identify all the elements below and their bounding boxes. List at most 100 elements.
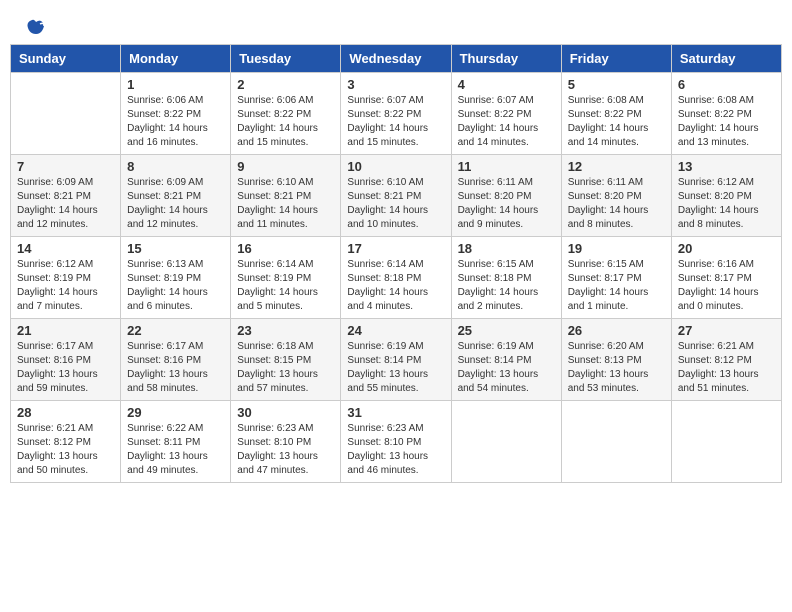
calendar-day-cell: 11 Sunrise: 6:11 AM Sunset: 8:20 PM Dayli… [451, 155, 561, 237]
calendar-day-cell: 7 Sunrise: 6:09 AM Sunset: 8:21 PM Daylig… [11, 155, 121, 237]
calendar-day-cell [451, 401, 561, 483]
day-number: 22 [127, 323, 224, 338]
day-info: Sunrise: 6:09 AM Sunset: 8:21 PM Dayligh… [17, 176, 114, 232]
calendar-day-cell: 9 Sunrise: 6:10 AM Sunset: 8:21 PM Daylig… [231, 155, 341, 237]
calendar-day-cell: 22 Sunrise: 6:17 AM Sunset: 8:16 PM Dayli… [121, 319, 231, 401]
calendar-day-cell: 25Sunrise: 6:19 AM Sunset: 8:14 PM Dayli… [451, 319, 561, 401]
day-info: Sunrise: 6:23 AM Sunset: 8:10 PM Dayligh… [237, 422, 334, 478]
day-info: Sunrise: 6:17 AM Sunset: 8:16 PM Dayligh… [127, 340, 224, 396]
day-info: Sunrise: 6:15 AM Sunset: 8:18 PM Dayligh… [458, 258, 555, 314]
calendar-day-cell: 16 Sunrise: 6:14 AM Sunset: 8:19 PM Dayli… [231, 237, 341, 319]
day-info: Sunrise: 6:20 AM Sunset: 8:13 PM Dayligh… [568, 340, 665, 396]
day-info: Sunrise: 6:06 AM Sunset: 8:22 PM Dayligh… [237, 94, 334, 150]
day-number: 6 [678, 77, 775, 92]
day-number: 20 [678, 241, 775, 256]
day-number: 31 [347, 405, 444, 420]
day-number: 30 [237, 405, 334, 420]
day-number: 18 [458, 241, 555, 256]
calendar-day-cell: 8 Sunrise: 6:09 AM Sunset: 8:21 PM Daylig… [121, 155, 231, 237]
calendar-day-cell: 15 Sunrise: 6:13 AM Sunset: 8:19 PM Dayli… [121, 237, 231, 319]
day-number: 4 [458, 77, 555, 92]
day-info: Sunrise: 6:08 AM Sunset: 8:22 PM Dayligh… [678, 94, 775, 150]
calendar-day-cell: 10 Sunrise: 6:10 AM Sunset: 8:21 PM Dayli… [341, 155, 451, 237]
day-number: 25 [458, 323, 555, 338]
day-header-tuesday: Tuesday [231, 45, 341, 73]
day-info: Sunrise: 6:07 AM Sunset: 8:22 PM Dayligh… [458, 94, 555, 150]
calendar-day-cell: 24 Sunrise: 6:19 AM Sunset: 8:14 PM Dayli… [341, 319, 451, 401]
calendar-day-cell: 17 Sunrise: 6:14 AM Sunset: 8:18 PM Dayli… [341, 237, 451, 319]
logo-icon [22, 16, 46, 40]
day-number: 13 [678, 159, 775, 174]
day-info: Sunrise: 6:12 AM Sunset: 8:20 PM Dayligh… [678, 176, 775, 232]
calendar-day-cell: 27 Sunrise: 6:21 AM Sunset: 8:12 PM Dayli… [671, 319, 781, 401]
day-info: Sunrise: 6:18 AM Sunset: 8:15 PM Dayligh… [237, 340, 334, 396]
day-number: 11 [458, 159, 555, 174]
day-info: Sunrise: 6:15 AM Sunset: 8:17 PM Dayligh… [568, 258, 665, 314]
calendar-day-cell: 6 Sunrise: 6:08 AM Sunset: 8:22 PM Daylig… [671, 73, 781, 155]
day-info: Sunrise: 6:14 AM Sunset: 8:19 PM Dayligh… [237, 258, 334, 314]
calendar-header-row: SundayMondayTuesdayWednesdayThursdayFrid… [11, 45, 782, 73]
day-info: Sunrise: 6:14 AM Sunset: 8:18 PM Dayligh… [347, 258, 444, 314]
day-number: 7 [17, 159, 114, 174]
calendar-day-cell [11, 73, 121, 155]
day-number: 12 [568, 159, 665, 174]
day-info: Sunrise: 6:06 AM Sunset: 8:22 PM Dayligh… [127, 94, 224, 150]
day-number: 17 [347, 241, 444, 256]
day-info: Sunrise: 6:19 AM Sunset: 8:14 PM Dayligh… [347, 340, 444, 396]
day-info: Sunrise: 6:08 AM Sunset: 8:22 PM Dayligh… [568, 94, 665, 150]
calendar-day-cell: 12 Sunrise: 6:11 AM Sunset: 8:20 PM Dayli… [561, 155, 671, 237]
day-number: 9 [237, 159, 334, 174]
day-number: 27 [678, 323, 775, 338]
day-info: Sunrise: 6:13 AM Sunset: 8:19 PM Dayligh… [127, 258, 224, 314]
day-number: 23 [237, 323, 334, 338]
day-header-saturday: Saturday [671, 45, 781, 73]
day-number: 21 [17, 323, 114, 338]
day-number: 14 [17, 241, 114, 256]
day-number: 16 [237, 241, 334, 256]
day-info: Sunrise: 6:11 AM Sunset: 8:20 PM Dayligh… [568, 176, 665, 232]
day-number: 19 [568, 241, 665, 256]
calendar-day-cell: 19 Sunrise: 6:15 AM Sunset: 8:17 PM Dayli… [561, 237, 671, 319]
calendar-day-cell: 5Sunrise: 6:08 AM Sunset: 8:22 PM Daylig… [561, 73, 671, 155]
calendar-day-cell: 21 Sunrise: 6:17 AM Sunset: 8:16 PM Dayli… [11, 319, 121, 401]
calendar-day-cell: 1 Sunrise: 6:06 AM Sunset: 8:22 PM Daylig… [121, 73, 231, 155]
day-number: 15 [127, 241, 224, 256]
calendar-day-cell: 20 Sunrise: 6:16 AM Sunset: 8:17 PM Dayli… [671, 237, 781, 319]
day-info: Sunrise: 6:16 AM Sunset: 8:17 PM Dayligh… [678, 258, 775, 314]
calendar-day-cell [671, 401, 781, 483]
day-info: Sunrise: 6:07 AM Sunset: 8:22 PM Dayligh… [347, 94, 444, 150]
calendar-day-cell: 30 Sunrise: 6:23 AM Sunset: 8:10 PM Dayli… [231, 401, 341, 483]
day-info: Sunrise: 6:12 AM Sunset: 8:19 PM Dayligh… [17, 258, 114, 314]
day-info: Sunrise: 6:11 AM Sunset: 8:20 PM Dayligh… [458, 176, 555, 232]
calendar-day-cell: 26 Sunrise: 6:20 AM Sunset: 8:13 PM Dayli… [561, 319, 671, 401]
logo [20, 16, 46, 36]
calendar-day-cell: 18 Sunrise: 6:15 AM Sunset: 8:18 PM Dayli… [451, 237, 561, 319]
day-info: Sunrise: 6:10 AM Sunset: 8:21 PM Dayligh… [347, 176, 444, 232]
day-number: 28 [17, 405, 114, 420]
calendar-day-cell: 3Sunrise: 6:07 AM Sunset: 8:22 PM Daylig… [341, 73, 451, 155]
day-info: Sunrise: 6:10 AM Sunset: 8:21 PM Dayligh… [237, 176, 334, 232]
calendar-week-row: 7 Sunrise: 6:09 AM Sunset: 8:21 PM Daylig… [11, 155, 782, 237]
calendar-body: 1 Sunrise: 6:06 AM Sunset: 8:22 PM Daylig… [11, 73, 782, 483]
day-info: Sunrise: 6:17 AM Sunset: 8:16 PM Dayligh… [17, 340, 114, 396]
calendar-day-cell: 13 Sunrise: 6:12 AM Sunset: 8:20 PM Dayli… [671, 155, 781, 237]
calendar-wrapper: SundayMondayTuesdayWednesdayThursdayFrid… [0, 44, 792, 493]
calendar-day-cell [561, 401, 671, 483]
day-number: 29 [127, 405, 224, 420]
calendar-day-cell: 31Sunrise: 6:23 AM Sunset: 8:10 PM Dayli… [341, 401, 451, 483]
day-header-thursday: Thursday [451, 45, 561, 73]
day-number: 2 [237, 77, 334, 92]
day-number: 10 [347, 159, 444, 174]
day-info: Sunrise: 6:09 AM Sunset: 8:21 PM Dayligh… [127, 176, 224, 232]
day-number: 26 [568, 323, 665, 338]
calendar-week-row: 1 Sunrise: 6:06 AM Sunset: 8:22 PM Daylig… [11, 73, 782, 155]
calendar-day-cell: 28Sunrise: 6:21 AM Sunset: 8:12 PM Dayli… [11, 401, 121, 483]
day-header-friday: Friday [561, 45, 671, 73]
day-number: 24 [347, 323, 444, 338]
day-info: Sunrise: 6:21 AM Sunset: 8:12 PM Dayligh… [678, 340, 775, 396]
day-number: 1 [127, 77, 224, 92]
day-number: 8 [127, 159, 224, 174]
calendar-day-cell: 2 Sunrise: 6:06 AM Sunset: 8:22 PM Daylig… [231, 73, 341, 155]
day-header-wednesday: Wednesday [341, 45, 451, 73]
calendar-day-cell: 23 Sunrise: 6:18 AM Sunset: 8:15 PM Dayli… [231, 319, 341, 401]
